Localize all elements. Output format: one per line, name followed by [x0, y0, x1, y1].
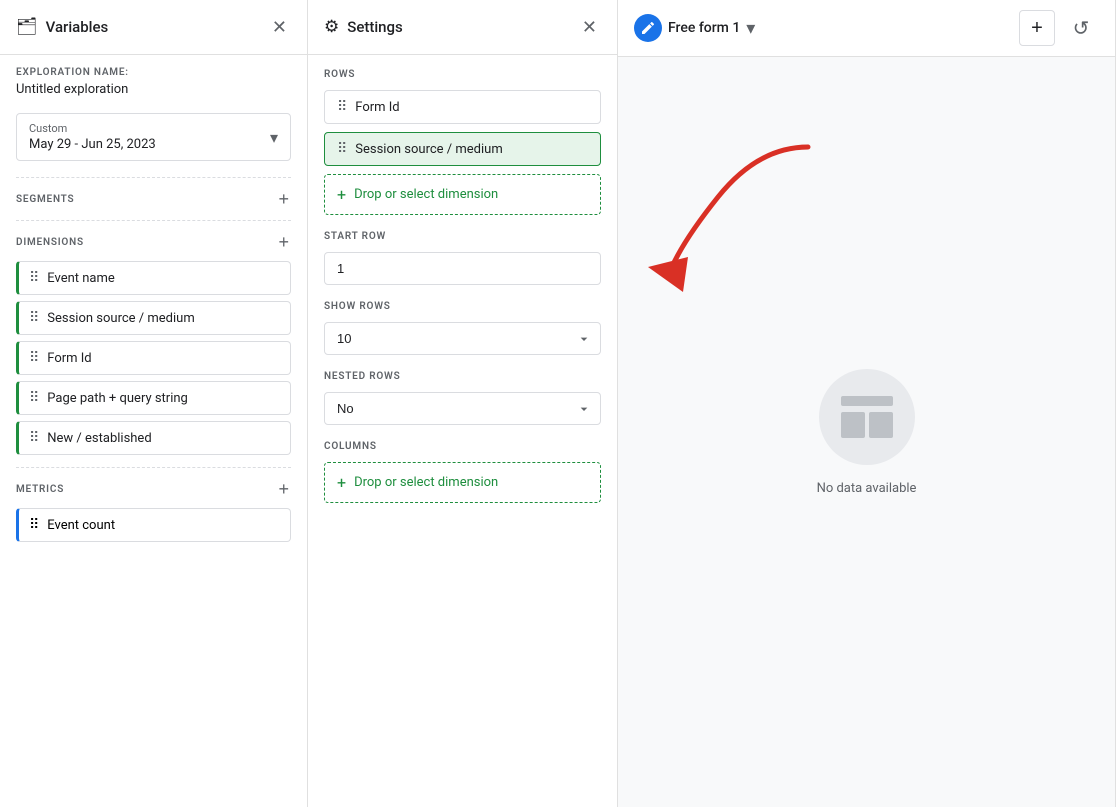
- segments-header: SEGMENTS +: [16, 190, 291, 208]
- metrics-label: METRICS: [16, 484, 64, 495]
- variables-panel: 🗂 Variables ✕ EXPLORATION NAME: Untitled…: [0, 0, 308, 807]
- columns-label: COLUMNS: [324, 441, 601, 452]
- drag-icon: [29, 270, 39, 286]
- form-panel: Free form 1 ▾ + ↺ No data ava: [618, 0, 1116, 807]
- add-metric-button[interactable]: +: [276, 480, 291, 498]
- dimensions-list: Event name Session source / medium Form …: [16, 261, 291, 455]
- dimensions-label: DIMENSIONS: [16, 237, 84, 248]
- settings-title-text: Settings: [347, 18, 403, 36]
- settings-title: ⚙ Settings: [324, 17, 403, 37]
- chip-label-session-source: Session source / medium: [355, 142, 502, 157]
- drop-dimension-label: Drop or select dimension: [354, 187, 498, 202]
- show-rows-section: SHOW ROWS 10 25 50 100: [324, 301, 601, 355]
- dimensions-header: DIMENSIONS +: [16, 233, 291, 251]
- form-title-group: Free form 1 ▾: [634, 14, 1011, 42]
- rows-section: ROWS Form Id Session source / medium + D…: [324, 69, 601, 215]
- add-segment-button[interactable]: +: [276, 190, 291, 208]
- metric-label: Event count: [47, 518, 115, 533]
- form-content: No data available: [618, 57, 1115, 807]
- form-header-actions: + ↺: [1019, 10, 1099, 46]
- date-value: May 29 - Jun 25, 2023: [29, 137, 156, 152]
- show-rows-select[interactable]: 10 25 50 100: [324, 322, 601, 355]
- date-range-selector[interactable]: Custom May 29 - Jun 25, 2023 ▾: [16, 113, 291, 161]
- add-tab-button[interactable]: +: [1019, 10, 1055, 46]
- dimension-label: Session source / medium: [47, 311, 194, 326]
- plus-icon: +: [337, 473, 346, 492]
- show-rows-label: SHOW ROWS: [324, 301, 601, 312]
- settings-panel: ⚙ Settings ✕ ROWS Form Id Session source…: [308, 0, 618, 807]
- drag-icon: [29, 390, 39, 406]
- variables-icon: 🗂: [16, 17, 38, 37]
- variables-content: EXPLORATION NAME: Untitled exploration C…: [0, 55, 307, 807]
- variables-panel-header: 🗂 Variables ✕: [0, 0, 307, 55]
- plus-icon: +: [337, 185, 346, 204]
- dimension-label: New / established: [47, 431, 151, 446]
- variables-title-text: Variables: [46, 18, 109, 36]
- settings-content: ROWS Form Id Session source / medium + D…: [308, 55, 617, 807]
- divider-2: [16, 220, 291, 221]
- divider-1: [16, 177, 291, 178]
- metric-item-event-count[interactable]: Event count: [16, 508, 291, 542]
- dimension-item-form-id[interactable]: Form Id: [16, 341, 291, 375]
- form-edit-icon: [634, 14, 662, 42]
- rows-label: ROWS: [324, 69, 601, 80]
- start-row-label: START ROW: [324, 231, 601, 242]
- dimension-item-new-established[interactable]: New / established: [16, 421, 291, 455]
- gear-icon: ⚙: [324, 17, 339, 37]
- drag-icon: [29, 310, 39, 326]
- chip-label-form-id: Form Id: [355, 100, 399, 115]
- nested-rows-select[interactable]: No Yes: [324, 392, 601, 425]
- row-chip-session-source[interactable]: Session source / medium: [324, 132, 601, 166]
- form-title-chevron-icon[interactable]: ▾: [746, 18, 755, 39]
- variables-title: 🗂 Variables: [16, 17, 108, 37]
- add-dimension-button[interactable]: +: [276, 233, 291, 251]
- date-chevron-icon: ▾: [270, 128, 278, 147]
- segments-label: SEGMENTS: [16, 194, 74, 205]
- dimension-label: Event name: [47, 271, 115, 286]
- date-label: Custom: [29, 122, 156, 135]
- drag-icon: [337, 141, 347, 157]
- metrics-header: METRICS +: [16, 480, 291, 498]
- form-header: Free form 1 ▾ + ↺: [618, 0, 1115, 57]
- form-title-text: Free form 1: [668, 20, 740, 36]
- drop-dimension-zone[interactable]: + Drop or select dimension: [324, 174, 601, 215]
- start-row-section: START ROW: [324, 231, 601, 285]
- red-arrow-annotation: [638, 137, 838, 301]
- dimension-label: Page path + query string: [47, 391, 188, 406]
- no-data-icon: [819, 369, 915, 465]
- undo-button[interactable]: ↺: [1063, 10, 1099, 46]
- start-row-input[interactable]: [324, 252, 601, 285]
- settings-close-button[interactable]: ✕: [578, 14, 601, 40]
- nested-rows-label: NESTED ROWS: [324, 371, 601, 382]
- exploration-name: Untitled exploration: [16, 82, 291, 97]
- variables-close-button[interactable]: ✕: [268, 14, 291, 40]
- dimension-item-page-path[interactable]: Page path + query string: [16, 381, 291, 415]
- nested-rows-section: NESTED ROWS No Yes: [324, 371, 601, 425]
- exploration-label: EXPLORATION NAME:: [16, 67, 291, 78]
- drag-icon: [29, 517, 39, 533]
- no-data-text: No data available: [817, 481, 917, 496]
- drop-column-zone[interactable]: + Drop or select dimension: [324, 462, 601, 503]
- metrics-list: Event count: [16, 508, 291, 542]
- columns-section: COLUMNS + Drop or select dimension: [324, 441, 601, 503]
- dimension-item-event-name[interactable]: Event name: [16, 261, 291, 295]
- row-chip-form-id[interactable]: Form Id: [324, 90, 601, 124]
- settings-panel-header: ⚙ Settings ✕: [308, 0, 617, 55]
- drag-icon: [29, 350, 39, 366]
- drag-icon: [337, 99, 347, 115]
- dimension-label: Form Id: [47, 351, 91, 366]
- drop-column-label: Drop or select dimension: [354, 475, 498, 490]
- date-range-content: Custom May 29 - Jun 25, 2023: [29, 122, 156, 152]
- drag-icon: [29, 430, 39, 446]
- divider-3: [16, 467, 291, 468]
- dimension-item-session-source[interactable]: Session source / medium: [16, 301, 291, 335]
